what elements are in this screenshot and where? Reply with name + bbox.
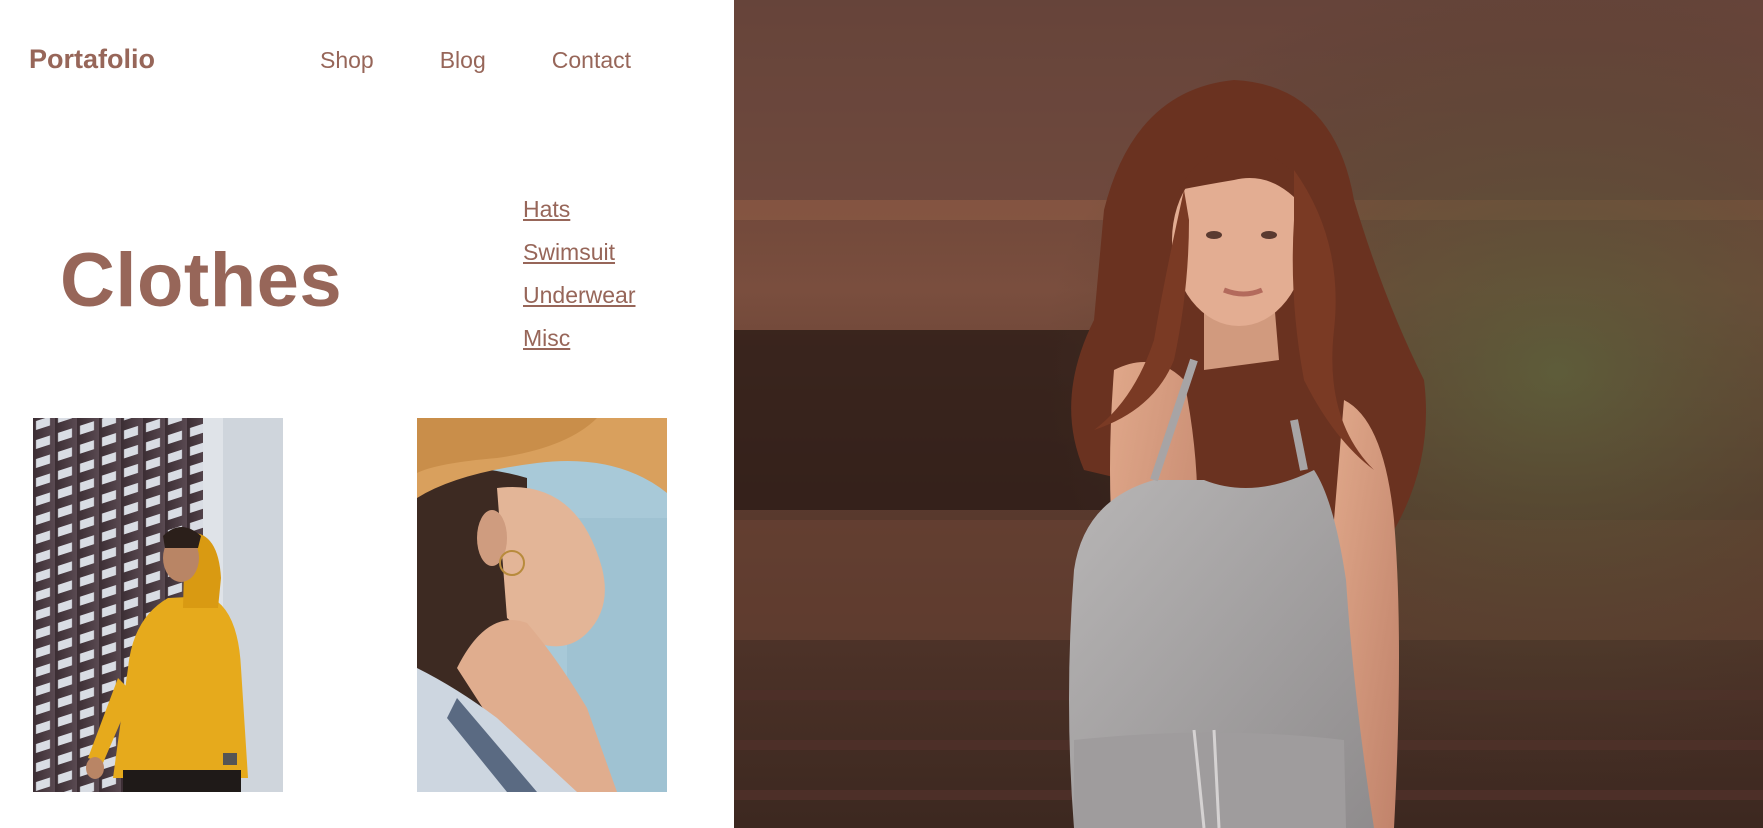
category-item: Misc [523,325,636,368]
category-list: Hats Swimsuit Underwear Misc [523,196,636,368]
category-link-swimsuit[interactable]: Swimsuit [523,239,615,265]
photo-woman-grey-dress-icon [734,0,1763,828]
top-nav: Shop Blog Contact [320,47,697,74]
page-title: Clothes [60,238,343,323]
gallery-photo-straw-hat[interactable] [417,418,667,792]
left-panel: Portafolio Shop Blog Contact Clothes Hat… [0,0,734,828]
nav-blog[interactable]: Blog [440,47,486,74]
nav-contact[interactable]: Contact [552,47,631,74]
brand-logo[interactable]: Portafolio [29,44,155,75]
category-link-hats[interactable]: Hats [523,196,570,222]
photo-woman-straw-hat-icon [417,418,667,792]
photo-man-yellow-hoodie-icon [33,418,283,792]
category-link-underwear[interactable]: Underwear [523,282,636,308]
category-item: Hats [523,196,636,239]
category-link-misc[interactable]: Misc [523,325,570,351]
nav-shop[interactable]: Shop [320,47,374,74]
category-item: Swimsuit [523,239,636,282]
category-item: Underwear [523,282,636,325]
gallery-photo-hoodie[interactable] [33,418,283,792]
hero-image [734,0,1763,828]
